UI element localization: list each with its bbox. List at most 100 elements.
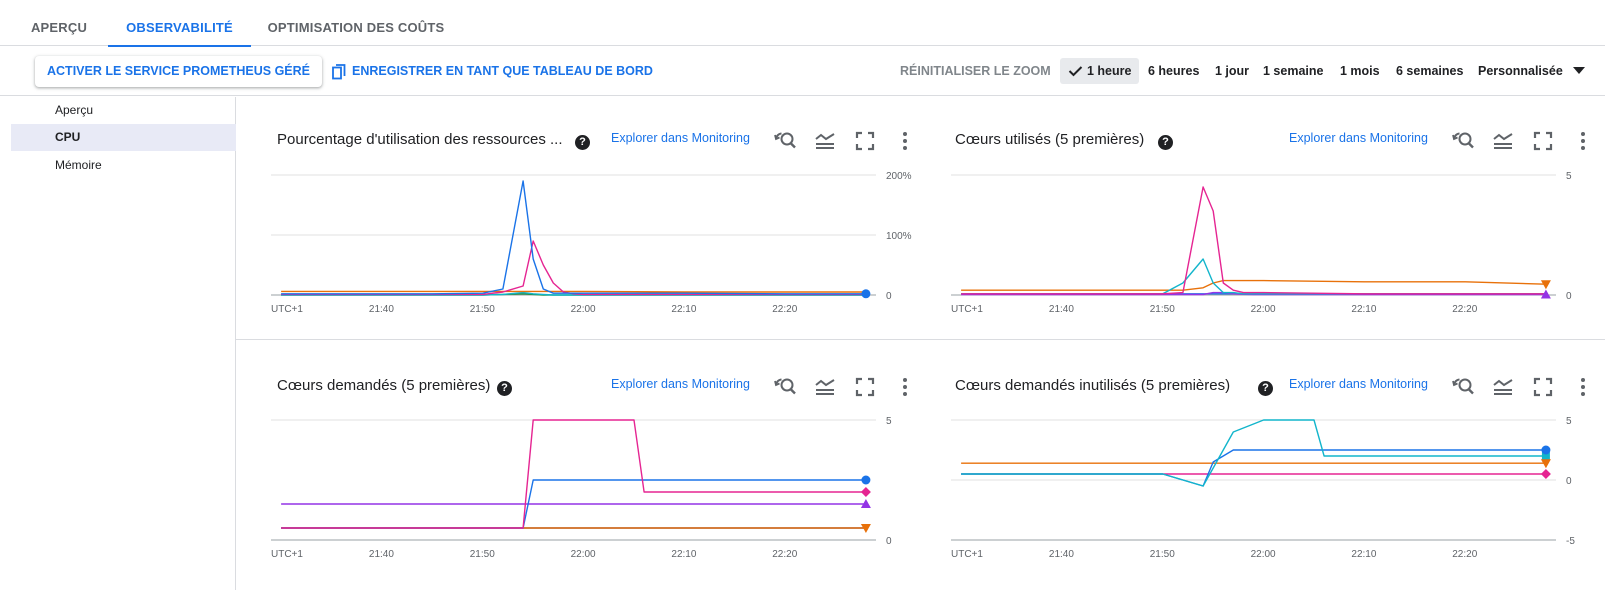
x-tick-label: UTC+1 (951, 304, 983, 315)
y-tick-label: -5 (1566, 536, 1575, 547)
series-0-end-marker (861, 289, 871, 299)
help-icon[interactable]: ? (1158, 135, 1173, 150)
legend-icon (815, 133, 835, 149)
fullscreen-icon (855, 377, 875, 397)
zoom-reset-button[interactable] (1451, 129, 1475, 153)
x-tick-label: 22:00 (571, 549, 596, 560)
x-tick-label: 22:20 (772, 549, 797, 560)
more-icon (903, 378, 907, 396)
fullscreen-button[interactable] (1531, 129, 1555, 153)
explore-in-monitoring-link[interactable]: Explorer dans Monitoring (1289, 377, 1428, 391)
y-tick-label: 0 (886, 536, 892, 547)
activate-prometheus-button[interactable]: ACTIVER LE SERVICE PROMETHEUS GÉRÉ (35, 56, 323, 87)
series-0-line[interactable] (961, 186, 1546, 295)
y-tick-label: 200% (886, 171, 912, 182)
x-tick-label: 22:20 (772, 304, 797, 315)
x-tick-label: 22:10 (671, 549, 696, 560)
x-tick-label: 21:40 (1049, 304, 1074, 315)
line-chart[interactable]: 5 0 UTC+1 21:40 21:50 22:00 22:10 22:20 (951, 165, 1605, 315)
help-icon[interactable]: ? (497, 381, 512, 396)
legend-icon (1493, 133, 1513, 149)
x-tick-label: 21:50 (1150, 304, 1175, 315)
legend-icon (815, 379, 835, 395)
x-tick-label: 21:40 (1049, 549, 1074, 560)
more-button[interactable] (1571, 129, 1595, 153)
x-tick-label: 21:50 (470, 304, 495, 315)
fullscreen-button[interactable] (853, 129, 877, 153)
range-1-mois[interactable]: 1 mois (1340, 58, 1380, 84)
line-chart[interactable]: 5 0 -5 UTC+1 21:40 21:50 22:00 22:10 22:20 (951, 410, 1605, 560)
range-6-heures[interactable]: 6 heures (1148, 58, 1199, 84)
series-2-line[interactable] (961, 279, 1546, 291)
y-tick-label: 100% (886, 231, 912, 242)
more-icon (903, 132, 907, 150)
range-1-heure[interactable]: 1 heure (1060, 58, 1140, 84)
sidebar-item-memoire[interactable]: Mémoire (11, 152, 236, 179)
save-dashboard-button[interactable]: ENREGISTRER EN TANT QUE TABLEAU DE BORD (332, 56, 653, 87)
legend-button[interactable] (1491, 375, 1515, 399)
tab-apercu[interactable]: APERÇU (22, 0, 96, 46)
fullscreen-icon (855, 131, 875, 151)
x-tick-label: 22:10 (671, 304, 696, 315)
range-1-semaine[interactable]: 1 semaine (1263, 58, 1323, 84)
y-tick-label: 0 (1566, 476, 1572, 487)
x-tick-label: 21:50 (470, 549, 495, 560)
chart-title: Cœurs utilisés (5 premières) (955, 131, 1145, 148)
y-tick-label: 5 (886, 416, 892, 427)
x-tick-label: 22:10 (1351, 549, 1376, 560)
series-1-end-marker (861, 475, 871, 485)
tab-bar: APERÇU OBSERVABILITÉ OPTIMISATION DES CO… (0, 0, 1605, 47)
explore-in-monitoring-link[interactable]: Explorer dans Monitoring (1289, 131, 1428, 145)
range-1-jour[interactable]: 1 jour (1215, 58, 1249, 84)
chart-title: Cœurs demandés (5 premières) (277, 377, 491, 394)
line-chart[interactable]: 200% 100% 0 UTC+1 21:40 21:50 22:00 22:10 22:20 (271, 165, 926, 315)
legend-button[interactable] (813, 375, 837, 399)
series-0-line[interactable] (281, 180, 866, 295)
series-0-line[interactable] (961, 419, 1546, 487)
zoom-reset-icon (774, 132, 796, 149)
range-personnalisee-dropdown[interactable]: Personnalisée (1478, 58, 1585, 84)
series-2-line[interactable] (281, 290, 866, 293)
fullscreen-icon (1533, 131, 1553, 151)
explore-in-monitoring-link[interactable]: Explorer dans Monitoring (611, 131, 750, 145)
x-tick-label: UTC+1 (271, 304, 303, 315)
series-0-line[interactable] (281, 419, 866, 529)
sidebar-item-apercu[interactable]: Aperçu (11, 97, 236, 124)
more-button[interactable] (1571, 375, 1595, 399)
zoom-reset-button[interactable] (773, 129, 797, 153)
explore-in-monitoring-link[interactable]: Explorer dans Monitoring (611, 377, 750, 391)
fullscreen-button[interactable] (853, 375, 877, 399)
zoom-reset-icon (1452, 132, 1474, 149)
x-tick-label: 21:40 (369, 549, 394, 560)
series-3-end-marker (1540, 469, 1551, 479)
range-6-semaines[interactable]: 6 semaines (1396, 58, 1463, 84)
fullscreen-icon (1533, 377, 1553, 397)
chart-title: Pourcentage d'utilisation des ressources… (277, 131, 563, 148)
x-tick-label: UTC+1 (951, 549, 983, 560)
legend-button[interactable] (1491, 129, 1515, 153)
reset-zoom-button[interactable]: RÉINITIALISER LE ZOOM (900, 56, 1051, 87)
zoom-reset-button[interactable] (773, 375, 797, 399)
x-tick-label: 22:00 (1251, 549, 1276, 560)
save-dashboard-label: ENREGISTRER EN TANT QUE TABLEAU DE BORD (352, 64, 653, 78)
series-1-line[interactable] (281, 240, 866, 296)
tab-optimisation-couts[interactable]: OPTIMISATION DES COÛTS (264, 0, 448, 46)
more-button[interactable] (893, 129, 917, 153)
check-icon (1068, 66, 1083, 77)
help-icon[interactable]: ? (1258, 381, 1273, 396)
line-chart[interactable]: 5 0 UTC+1 21:40 21:50 22:00 22:10 22:20 (271, 410, 926, 560)
legend-button[interactable] (813, 129, 837, 153)
x-tick-label: 21:40 (369, 304, 394, 315)
more-button[interactable] (893, 375, 917, 399)
sidebar-item-cpu[interactable]: CPU (11, 124, 236, 151)
help-icon[interactable]: ? (575, 135, 590, 150)
x-tick-label: 22:20 (1452, 549, 1477, 560)
x-tick-label: 22:00 (1251, 304, 1276, 315)
y-tick-label: 5 (1566, 171, 1572, 182)
tab-observabilite[interactable]: OBSERVABILITÉ (108, 0, 251, 47)
copy-icon (332, 63, 346, 79)
series-1-line[interactable] (961, 258, 1546, 295)
zoom-reset-button[interactable] (1451, 375, 1475, 399)
range-label: 1 heure (1087, 64, 1132, 78)
fullscreen-button[interactable] (1531, 375, 1555, 399)
